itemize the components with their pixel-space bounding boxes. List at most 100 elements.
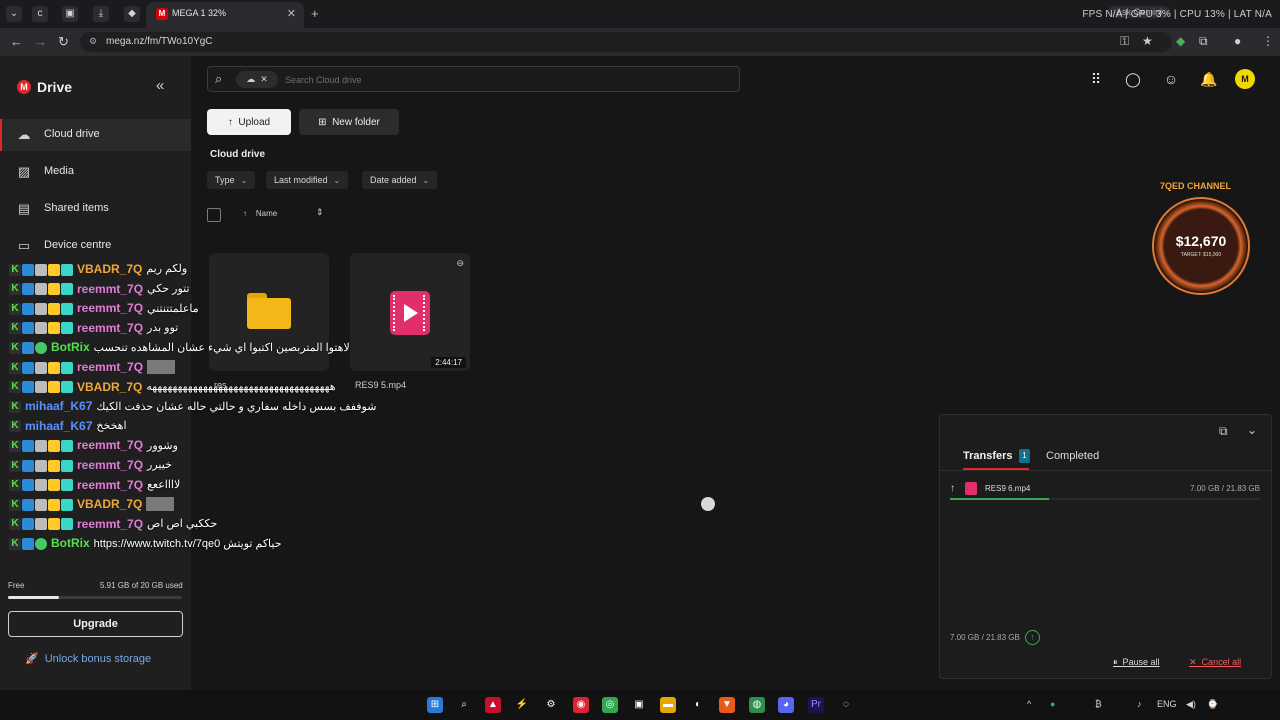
language-indicator[interactable]: ENG	[1157, 699, 1177, 709]
tray-app-icon[interactable]: ₿	[1095, 699, 1102, 709]
clear-scope-icon[interactable]: ✕	[260, 74, 268, 84]
avatar[interactable]: M	[1235, 69, 1255, 89]
close-tab-icon[interactable]: ✕	[287, 7, 296, 20]
chat-badge-icon	[22, 518, 34, 531]
search-icon[interactable]: ⌕	[456, 697, 472, 713]
pinned-tab-icon[interactable]: ▣	[62, 6, 78, 22]
key-icon[interactable]: ⚿	[1120, 34, 1129, 49]
cancel-all-button[interactable]: ✕ Cancel all	[1189, 657, 1241, 668]
browser-menu-icon[interactable]: ⋮	[1262, 34, 1274, 48]
new-folder-button[interactable]: ⊞ New folder	[299, 109, 399, 135]
filter-last-modified[interactable]: Last modified ⌄	[266, 171, 349, 189]
search-input[interactable]	[285, 72, 715, 88]
link-icon[interactable]: ⊖	[456, 258, 464, 269]
donation-goal-target: TARGET: $15,000	[1180, 252, 1222, 258]
folder-icon	[247, 293, 291, 329]
app-icon[interactable]: ◌	[838, 697, 854, 713]
volume-icon[interactable]: ◀)	[1186, 699, 1196, 710]
notifications-bell-icon[interactable]: 🔔	[1200, 71, 1217, 87]
expand-panel-icon[interactable]: ⧉	[1219, 424, 1228, 439]
chat-username: reemmt_7Q	[77, 516, 144, 531]
steam-icon[interactable]: ◐	[690, 697, 706, 713]
back-icon[interactable]: ←	[10, 34, 23, 49]
mega-logo-icon: M	[17, 80, 31, 94]
app-icon[interactable]: ◉	[573, 697, 589, 713]
sidebar-item-cloud-drive[interactable]: ☁ Cloud drive	[0, 119, 191, 151]
clock[interactable]: ⌚	[1207, 699, 1218, 710]
reload-icon[interactable]: ↻	[58, 34, 69, 50]
chat-text: شوففف بسس داخله سفاري و حالتي حاله عشان …	[96, 400, 377, 413]
url-field[interactable]: ⚙ mega.nz/fm/TWo10YgC	[80, 32, 1172, 52]
brave-browser-icon[interactable]: ▼	[719, 697, 735, 713]
chat-badge-icon	[61, 361, 73, 374]
start-menu-icon[interactable]: ⊞	[427, 697, 443, 713]
search-scope-chip[interactable]: ☁ ✕	[236, 71, 278, 88]
chat-badges: K	[9, 517, 74, 531]
pause-all-label: Pause all	[1122, 657, 1160, 667]
pinned-tab-icon[interactable]: ⤓	[93, 6, 109, 22]
chat-badge-icon: K	[9, 400, 21, 413]
chat-badge-icon	[35, 498, 47, 511]
tray-chevron-icon[interactable]: ^	[1027, 699, 1031, 709]
chat-badge-icon: K	[9, 538, 21, 551]
apps-grid-icon[interactable]: ⠿	[1088, 71, 1104, 87]
unlock-bonus-storage-link[interactable]: 🚀 Unlock bonus storage	[25, 652, 151, 665]
chat-text: ماعلمتتنتني	[147, 302, 199, 315]
chat-message: Kreemmt_7Q ماعلمتتنتني	[9, 300, 199, 319]
tab-transfers[interactable]: Transfers	[963, 450, 1013, 462]
chat-badge-icon	[35, 283, 47, 296]
tray-status-icon[interactable]: ●	[1050, 699, 1055, 709]
bonus-label: Unlock bonus storage	[44, 653, 152, 665]
app-icon[interactable]: ⚡	[514, 697, 530, 713]
sidebar-item-media[interactable]: ▨ Media	[0, 156, 191, 188]
chat-text: توو بدر	[147, 322, 179, 335]
chat-text: لاهتوا المتربصين اكتبوا اي شيء عشان المش…	[93, 341, 350, 354]
chat-badges: K	[9, 301, 74, 315]
sort-toggle-icon[interactable]: ⇕	[316, 207, 324, 218]
chevron-down-icon[interactable]: ⌄	[1247, 423, 1257, 437]
chat-message: K VBADR_7Q	[9, 496, 175, 515]
active-browser-tab[interactable]: M MEGA 1 32% ✕	[146, 2, 304, 28]
new-tab-button[interactable]: +	[311, 6, 319, 21]
chat-username: VBADR_7Q	[77, 261, 143, 276]
extensions-icon[interactable]: ⧉	[1199, 34, 1208, 49]
filter-date-added[interactable]: Date added ⌄	[362, 171, 438, 189]
contacts-icon[interactable]: ☺	[1163, 71, 1179, 87]
file-tile-video[interactable]: ⊖ 2:44:17	[350, 253, 470, 371]
sidebar-item-label: Media	[44, 165, 74, 177]
sidebar-item-shared-items[interactable]: ▤ Shared items	[0, 193, 191, 225]
discord-icon[interactable]: ◕	[778, 697, 794, 713]
app-icon[interactable]: ◎	[602, 697, 618, 713]
shield-extension-icon[interactable]: ◆	[1176, 34, 1185, 48]
chrome-icon[interactable]: ◍	[749, 697, 765, 713]
filter-type[interactable]: Type ⌄	[207, 171, 256, 189]
pinned-tab-icon[interactable]: c	[32, 6, 48, 22]
app-icon[interactable]: ▲	[485, 697, 501, 713]
shared-icon: ▤	[17, 201, 31, 216]
microphone-icon[interactable]: ♪	[1137, 699, 1142, 709]
select-all-checkbox[interactable]	[207, 208, 221, 222]
premiere-icon[interactable]: Pr	[808, 697, 824, 713]
file-explorer-icon[interactable]: ▬	[660, 697, 676, 713]
app-icon[interactable]: ▣	[631, 697, 647, 713]
pause-all-button[interactable]: ⏸ Pause all	[1113, 657, 1160, 668]
pinned-tab-icon[interactable]: ◆	[124, 6, 140, 22]
filter-label: Last modified	[274, 175, 328, 185]
profile-icon[interactable]: ●	[1234, 34, 1241, 48]
sidebar-item-label: Cloud drive	[44, 128, 100, 140]
collapse-sidebar-icon[interactable]: «	[156, 77, 164, 94]
forward-icon[interactable]: →	[34, 34, 47, 49]
upload-button[interactable]: ↑ Upload	[207, 109, 291, 135]
settings-gear-icon[interactable]: ⚙	[543, 697, 559, 713]
chat-message: Kmihaaf_K67 شوففف بسس داخله سفاري و حالتي…	[9, 398, 376, 417]
tab-list-icon[interactable]: ⌄	[6, 6, 22, 22]
site-info-icon[interactable]: ⚙	[89, 36, 97, 47]
name-column-header[interactable]: ↑ Name	[243, 209, 277, 218]
sidebar-item-label: Device centre	[44, 239, 112, 251]
chat-icon[interactable]: ◯	[1125, 71, 1141, 87]
upgrade-button[interactable]: Upgrade	[8, 611, 183, 637]
tab-completed[interactable]: Completed	[1046, 450, 1099, 462]
stream-channel-label: 7QED CHANNEL	[1160, 181, 1232, 191]
sidebar-item-device-centre[interactable]: ▭ Device centre	[0, 230, 191, 262]
bookmark-star-icon[interactable]: ★	[1142, 34, 1153, 48]
